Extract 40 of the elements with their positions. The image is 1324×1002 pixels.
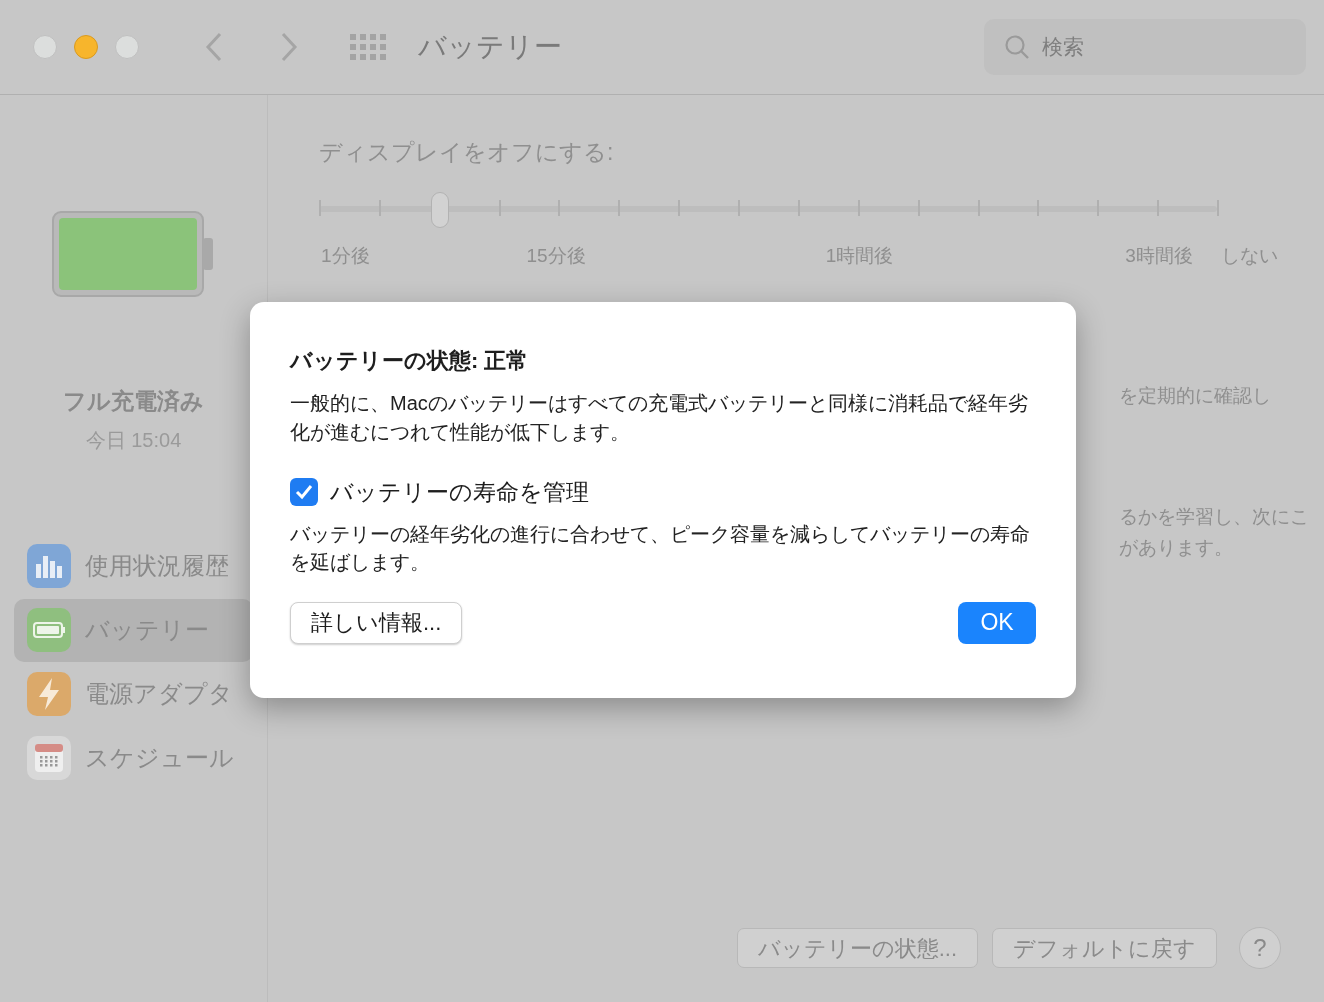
description-text: るかを学習し、次にこ (1119, 505, 1310, 529)
battery-icon (27, 608, 71, 652)
more-info-button[interactable]: 詳しい情報... (290, 601, 463, 644)
minimize-window-control[interactable] (74, 35, 98, 59)
description-text: があります。 (1119, 535, 1234, 560)
option-description: バッテリーの経年劣化の進行に合わせて、ピーク容量を減らしてバッテリーの寿命を延ばします。 (290, 521, 1031, 575)
zoom-window-control[interactable] (115, 35, 139, 59)
restore-defaults-button[interactable]: デフォルトに戻す (992, 928, 1217, 968)
window-title: バッテリー (418, 30, 562, 64)
battery-health-button[interactable]: バッテリーの状態... (736, 928, 978, 968)
help-button[interactable]: ? (1239, 927, 1281, 969)
display-off-slider[interactable] (319, 191, 1217, 228)
slider-tick-label: 3時間後 (1125, 243, 1193, 268)
search-icon (1004, 34, 1030, 60)
checkbox-label: バッテリーの寿命を管理 (330, 478, 589, 507)
slider-tick-label: 1時間後 (825, 243, 894, 268)
bar-chart-icon (27, 544, 71, 588)
back-icon[interactable] (205, 32, 223, 62)
slider-tick-label: しない (1221, 243, 1278, 268)
sidebar-item[interactable]: スケジュール (14, 726, 253, 790)
checkmark-icon (295, 484, 313, 501)
description-text: を定期的に確認し (1119, 383, 1272, 408)
dialog-body: 一般的に、Macのバッテリーはすべての充電式バッテリーと同様に消耗品で経年劣化が進むにつれて性能が低下します。 (290, 391, 1029, 445)
sidebar-item[interactable]: 電源アダプタ (14, 662, 253, 726)
display-off-label: ディスプレイをオフにする: (319, 138, 615, 167)
lightning-icon (27, 672, 71, 716)
slider-thumb[interactable] (430, 191, 449, 228)
dialog-title: バッテリーの状態: 正常 (290, 347, 530, 375)
forward-icon[interactable] (280, 32, 298, 62)
grid-icon[interactable] (350, 34, 388, 60)
checkbox[interactable] (290, 478, 318, 507)
close-window-control[interactable] (33, 35, 57, 59)
search-field[interactable]: 検索 (984, 19, 1306, 75)
slider-tick-label: 15分後 (526, 243, 586, 268)
calendar-icon (27, 736, 71, 780)
search-input[interactable]: 検索 (1042, 31, 1262, 63)
sidebar-item[interactable]: 使用状況履歴 (14, 534, 253, 598)
charge-status: フル充電済み (63, 387, 204, 416)
slider-tick-label: 1分後 (321, 243, 370, 268)
ok-button[interactable]: OK (958, 601, 1036, 644)
